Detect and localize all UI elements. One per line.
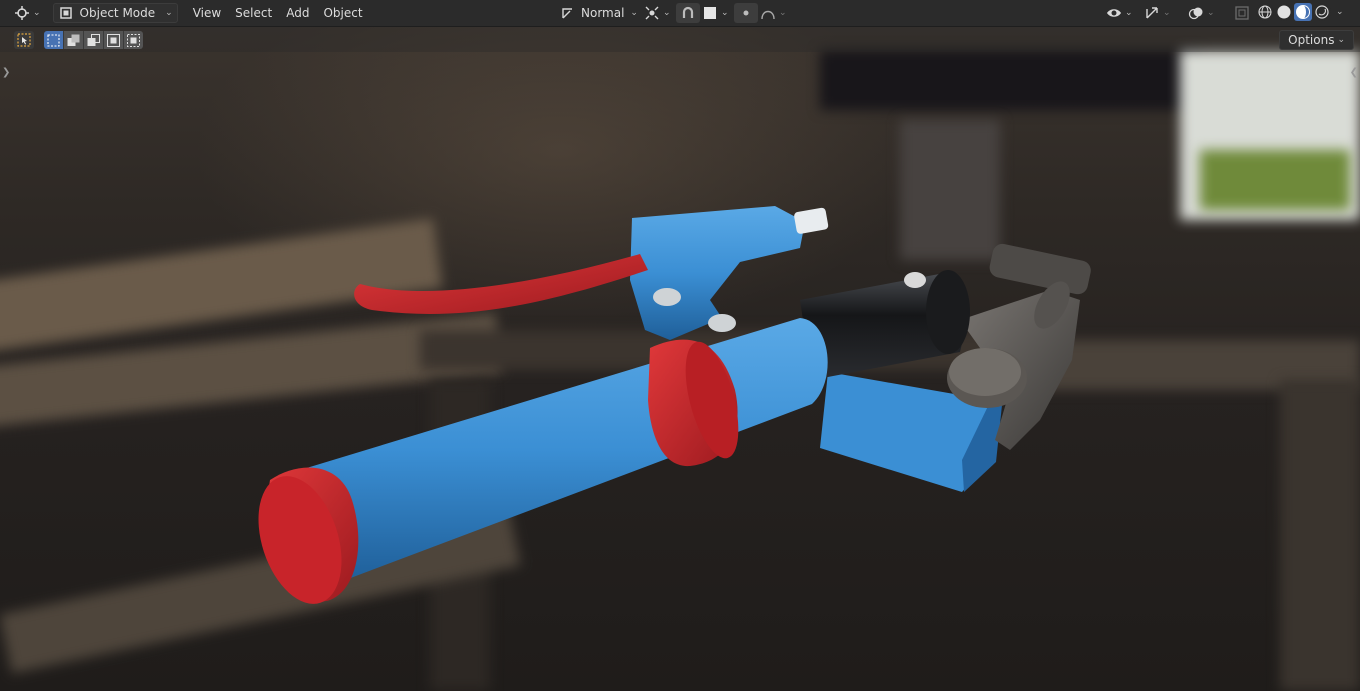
chevron-down-icon: ⌄ xyxy=(165,8,173,18)
subtract-selection-icon xyxy=(87,33,100,46)
proportional-edit-toggle[interactable] xyxy=(734,3,758,23)
orientation-axes-icon xyxy=(560,5,576,21)
square-snap-icon xyxy=(702,5,718,21)
chevron-down-icon: ⌄ xyxy=(663,8,671,18)
sidebar-expand-icon[interactable]: ❮ xyxy=(1350,67,1358,78)
eye-icon xyxy=(1106,5,1122,21)
mode-label: Object Mode xyxy=(79,6,156,20)
magnet-icon xyxy=(680,5,696,21)
editor-type-button[interactable]: ⌄ xyxy=(10,3,45,23)
menu-add[interactable]: Add xyxy=(279,3,316,23)
cursor-3d-icon xyxy=(14,5,30,21)
intersect-selection-button[interactable] xyxy=(124,31,143,49)
scene-model[interactable] xyxy=(0,0,1360,691)
select-box-tool-button[interactable] xyxy=(14,31,34,49)
toolbar-expand-icon[interactable]: ❯ xyxy=(2,67,10,78)
shading-mode-group: ⌄ xyxy=(1256,3,1344,21)
overlay-toggle[interactable]: ⌄ xyxy=(1184,3,1219,23)
proportional-dot-icon xyxy=(738,5,754,21)
invert-selection-button[interactable] xyxy=(104,31,124,49)
object-mode-icon xyxy=(58,5,74,21)
options-label: Options xyxy=(1288,33,1335,47)
solid-shading-icon[interactable] xyxy=(1275,3,1293,21)
3d-viewport[interactable]: ❯ ❮ xyxy=(0,0,1360,691)
tool-header: Options ⌄ xyxy=(0,27,1360,52)
menu-view[interactable]: View xyxy=(186,3,228,23)
chevron-down-icon: ⌄ xyxy=(721,8,729,18)
menu-select[interactable]: Select xyxy=(228,3,279,23)
chevron-down-icon: ⌄ xyxy=(1207,8,1215,18)
material-preview-shading-icon[interactable] xyxy=(1294,3,1312,21)
xray-icon xyxy=(1234,5,1250,21)
falloff-curve-icon xyxy=(760,5,776,21)
pivot-icon xyxy=(644,5,660,21)
selection-mode-group xyxy=(44,31,143,49)
red-lever xyxy=(354,254,648,314)
select-box-icon xyxy=(17,33,31,47)
new-selection-icon xyxy=(47,33,60,47)
shading-options-chevron-icon[interactable]: ⌄ xyxy=(1336,7,1344,17)
chevron-down-icon: ⌄ xyxy=(630,8,638,18)
menu-object[interactable]: Object xyxy=(316,3,369,23)
gizmo-arrows-icon xyxy=(1144,5,1160,21)
wireframe-shading-icon[interactable] xyxy=(1256,3,1274,21)
viewport-header: ⌄ Object Mode ⌄ View Select Add Object N… xyxy=(0,0,1360,27)
invert-selection-icon xyxy=(107,33,120,47)
transform-orientation-selector[interactable]: Normal ⌄ xyxy=(556,3,642,23)
subtract-selection-button[interactable] xyxy=(84,31,104,49)
extend-selection-button[interactable] xyxy=(64,31,84,49)
extend-selection-icon xyxy=(67,34,80,46)
chevron-down-icon: ⌄ xyxy=(1125,8,1133,18)
visibility-selector[interactable]: ⌄ xyxy=(1102,3,1137,23)
options-dropdown[interactable]: Options ⌄ xyxy=(1279,30,1354,50)
chevron-down-icon: ⌄ xyxy=(1337,35,1345,45)
chevron-down-icon: ⌄ xyxy=(779,8,787,18)
overlay-circles-icon xyxy=(1188,5,1204,21)
snap-target-selector[interactable]: ⌄ xyxy=(698,3,733,23)
pivot-point-selector[interactable]: ⌄ xyxy=(640,3,675,23)
gizmo-toggle[interactable]: ⌄ xyxy=(1140,3,1175,23)
xray-toggle[interactable] xyxy=(1230,3,1254,23)
snap-toggle[interactable] xyxy=(676,3,700,23)
orientation-label: Normal xyxy=(581,6,625,20)
chevron-down-icon: ⌄ xyxy=(1163,8,1171,18)
rendered-shading-icon[interactable] xyxy=(1313,3,1331,21)
mode-selector[interactable]: Object Mode ⌄ xyxy=(52,3,178,23)
chevron-down-icon: ⌄ xyxy=(33,8,41,18)
grip-tube xyxy=(292,318,828,583)
proportional-falloff-selector[interactable]: ⌄ xyxy=(756,3,791,23)
set-new-selection-button[interactable] xyxy=(44,31,64,49)
intersect-selection-icon xyxy=(127,33,140,47)
